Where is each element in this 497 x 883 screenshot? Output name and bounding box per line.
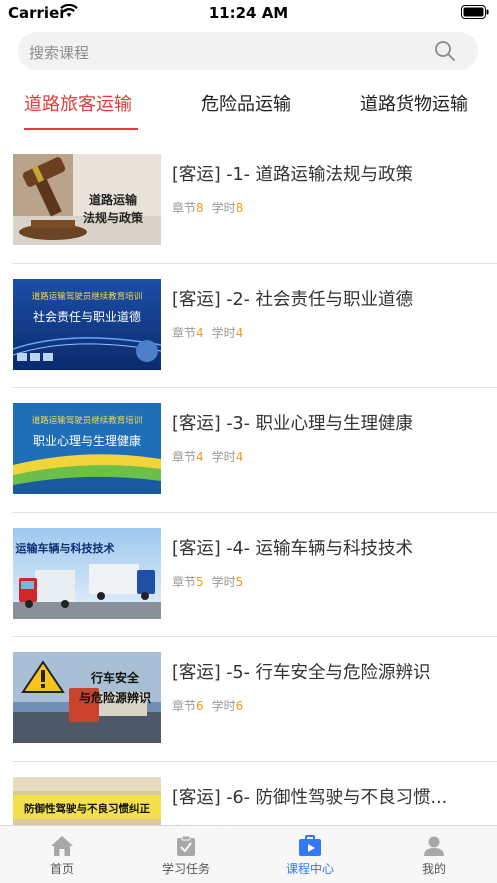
course-thumbnail: 防御性驾驶与不良习惯纠正: [13, 776, 161, 825]
thumb-text: 防御性驾驶与不良习惯纠正: [24, 802, 150, 815]
tab-passenger-transport[interactable]: 道路旅客运输: [24, 90, 132, 116]
bottom-tab-bar: 首页 学习任务 课程中心 我的: [0, 825, 497, 883]
search-icon[interactable]: [434, 40, 456, 62]
course-meta: 章节6 学时6: [172, 697, 251, 714]
course-title: [客运] -3- 职业心理与生理健康: [172, 414, 414, 434]
thumb-text: 社会责任与职业道德: [33, 309, 141, 324]
task-icon: [177, 835, 195, 856]
thumb-text: 行车安全: [90, 670, 140, 685]
search-input[interactable]: 搜索课程: [18, 32, 478, 70]
hours-count: 6: [235, 699, 244, 713]
nav-profile[interactable]: 我的: [372, 826, 496, 883]
nav-course-center[interactable]: 课程中心: [248, 826, 372, 883]
chapters-label: 章节: [172, 201, 197, 215]
chapters-count: 8: [196, 201, 204, 215]
nav-profile-label: 我的: [421, 862, 446, 876]
course-meta: 章节8 学时8: [172, 199, 251, 216]
chapters-count: 4: [196, 450, 204, 464]
course-title: [客运] -1- 道路运输法规与政策: [172, 165, 414, 185]
thumb-text: 道路运输驾驶员继续教育培训: [32, 291, 143, 301]
chapters-label: 章节: [172, 450, 197, 464]
chapters-count: 5: [196, 574, 204, 589]
hours-label: 学时: [211, 699, 236, 713]
thumb-text: 道路运输: [89, 192, 138, 207]
course-thumbnail: 道路运输 法规与政策: [13, 154, 161, 245]
course-item[interactable]: 防御性驾驶与不良习惯纠正 [客运] -6- 防御性驾驶与不良习惯... 章节学时: [0, 762, 497, 825]
course-title: [客运] -2- 社会责任与职业道德: [172, 289, 414, 310]
hours-count: 8: [235, 201, 244, 215]
course-meta: 章节4 学时4: [172, 448, 251, 465]
category-tabs: 道路旅客运输 危险品运输 道路货物运输: [0, 76, 497, 134]
home-icon: [51, 836, 73, 856]
tab-freight-transport[interactable]: 道路货物运输: [360, 90, 468, 116]
search-placeholder: 搜索课程: [29, 44, 90, 62]
thumb-text: 运输车辆与科技技术: [16, 541, 115, 555]
nav-learning-tasks-label: 学习任务: [161, 862, 210, 876]
chapters-label: 章节: [172, 574, 197, 589]
hours-label: 学时: [211, 201, 236, 215]
clock: 11:24 AM: [208, 4, 289, 22]
course-center-icon: [299, 835, 321, 856]
active-tab-indicator: [24, 128, 138, 130]
hours-count: 5: [235, 574, 244, 589]
hours-count: 4: [235, 450, 244, 464]
course-item[interactable]: 道路运输驾驶员继续教育培训 职业心理与生理健康 [客运] -3- 职业心理与生理…: [0, 388, 497, 513]
nav-home-label: 首页: [49, 862, 74, 876]
course-title: [客运] -5- 行车安全与危险源辨识: [172, 663, 431, 683]
course-item[interactable]: 道路运输 法规与政策 [客运] -1- 道路运输法规与政策 章节8 学时8: [0, 139, 497, 264]
course-meta: 章节4 学时4: [172, 324, 251, 341]
thumb-text: 与危险源辨识: [79, 690, 151, 705]
course-item[interactable]: 行车安全 与危险源辨识 [客运] -5- 行车安全与危险源辨识 章节6 学时6: [0, 637, 497, 762]
course-title: [客运] -6- 防御性驾驶与不良习惯...: [172, 787, 448, 808]
chapters-count: 4: [196, 325, 204, 340]
course-meta: 章节5 学时5: [172, 573, 251, 590]
course-item[interactable]: 运输车辆与科技技术 [客运] -4- 运输车辆与科技技术 章节5 学时5: [0, 513, 497, 637]
hours-count: 4: [235, 325, 244, 340]
hours-label: 学时: [211, 574, 236, 589]
tab-hazardous-transport[interactable]: 危险品运输: [201, 90, 291, 116]
course-title: [客运] -4- 运输车辆与科技技术: [172, 538, 414, 559]
thumb-text: 道路运输驾驶员继续教育培训: [32, 415, 143, 425]
hours-label: 学时: [211, 450, 236, 464]
course-item[interactable]: 道路运输驾驶员继续教育培训 社会责任与职业道德 [客运] -2- 社会责任与职业…: [0, 264, 497, 388]
thumb-text: 职业心理与生理健康: [33, 433, 141, 448]
course-thumbnail: 道路运输驾驶员继续教育培训 社会责任与职业道德: [13, 278, 161, 370]
profile-icon: [424, 836, 444, 856]
status-bar: Carrier 11:24 AM: [0, 0, 497, 26]
nav-learning-tasks[interactable]: 学习任务: [124, 826, 248, 883]
battery-icon: [461, 5, 489, 19]
chapters-label: 章节: [172, 699, 197, 713]
course-thumbnail: 运输车辆与科技技术: [13, 527, 161, 619]
hours-label: 学时: [211, 325, 236, 340]
nav-course-center-label: 课程中心: [285, 862, 334, 876]
nav-home[interactable]: 首页: [0, 826, 124, 883]
course-thumbnail: 行车安全 与危险源辨识: [13, 652, 161, 743]
chapters-label: 章节: [172, 325, 197, 340]
course-list: 道路运输 法规与政策 [客运] -1- 道路运输法规与政策 章节8 学时8 道路…: [0, 139, 497, 825]
chapters-count: 6: [196, 699, 204, 713]
thumb-text: 法规与政策: [83, 210, 144, 225]
course-thumbnail: 道路运输驾驶员继续教育培训 职业心理与生理健康: [13, 403, 161, 494]
